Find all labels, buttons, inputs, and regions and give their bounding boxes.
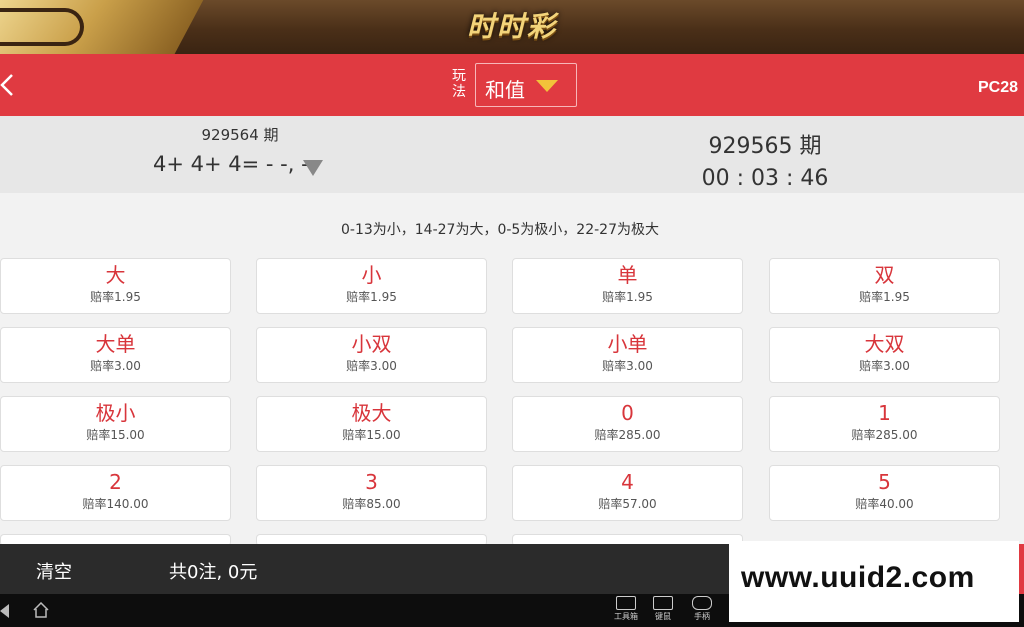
bet-option-name: 0 — [621, 401, 634, 425]
bet-total: 共0注, 0元 — [169, 562, 258, 583]
home-icon[interactable] — [33, 602, 49, 618]
bet-option-odds: 赔率3.00 — [90, 359, 141, 373]
bet-option-odds: 赔率285.00 — [851, 428, 918, 442]
bet-option-name: 5 — [878, 470, 891, 494]
banner-title: 时时彩 — [466, 10, 557, 43]
bet-option[interactable]: 单赔率1.95 — [512, 258, 743, 314]
bet-option[interactable]: 小单赔率3.00 — [512, 327, 743, 383]
bet-option-name: 单 — [617, 263, 638, 287]
system-back-icon[interactable] — [0, 604, 9, 618]
previous-result: 4+ 4+ 4= - -, - — [153, 152, 309, 176]
gamepad-button[interactable]: 手柄 — [682, 596, 722, 622]
bet-option-odds: 赔率1.95 — [602, 290, 653, 304]
lottery-name[interactable]: PC28 — [978, 79, 1018, 97]
bet-option[interactable]: 双赔率1.95 — [769, 258, 1000, 314]
bet-option-name: 大双 — [864, 332, 905, 356]
bet-option-name: 小 — [361, 263, 382, 287]
countdown-timer: 00 : 03 : 46 — [701, 166, 829, 191]
bet-option-odds: 赔率285.00 — [594, 428, 661, 442]
play-mode-value: 和值 — [485, 78, 525, 102]
bet-option-odds: 赔率15.00 — [342, 428, 401, 442]
bet-option-odds: 赔率57.00 — [598, 497, 657, 511]
bet-option-name: 4 — [621, 470, 634, 494]
bet-option-name: 小单 — [607, 332, 648, 356]
bet-option-odds: 赔率85.00 — [342, 497, 401, 511]
bet-option-odds: 赔率3.00 — [859, 359, 910, 373]
bet-option[interactable]: 3 赔率85.00 — [256, 465, 487, 521]
gamepad-icon — [692, 596, 712, 610]
play-mode-label: 玩法 — [452, 68, 466, 100]
bet-option-name: 2 — [109, 470, 122, 494]
bet-option[interactable]: 大赔率1.95 — [0, 258, 231, 314]
app-banner: 时时彩 — [0, 0, 1024, 54]
bet-option-name: 双 — [874, 263, 895, 287]
keyboard-icon — [653, 596, 673, 610]
keyboard-label: 键鼠 — [655, 612, 671, 621]
keyboard-button[interactable]: 键鼠 — [643, 596, 683, 622]
bet-option-odds: 赔率15.00 — [86, 428, 145, 442]
history-dropdown-icon[interactable] — [303, 160, 323, 176]
bet-option-name: 大 — [105, 263, 126, 287]
bet-option[interactable]: 4 赔率57.00 — [512, 465, 743, 521]
bet-option[interactable]: 1 赔率285.00 — [769, 396, 1000, 452]
bet-option[interactable]: 0 赔率285.00 — [512, 396, 743, 452]
bet-option[interactable]: 极小赔率15.00 — [0, 396, 231, 452]
bet-option-odds: 赔率40.00 — [855, 497, 914, 511]
bet-option[interactable]: 大双赔率3.00 — [769, 327, 1000, 383]
bet-option-odds: 赔率3.00 — [346, 359, 397, 373]
back-arrow-icon[interactable] — [0, 74, 20, 96]
current-issue: 929565 期 — [708, 134, 822, 159]
bet-option-odds: 赔率3.00 — [602, 359, 653, 373]
bet-option[interactable]: 小双赔率3.00 — [256, 327, 487, 383]
bet-option[interactable]: 大单赔率3.00 — [0, 327, 231, 383]
clear-button[interactable]: 清空 — [36, 558, 72, 584]
watermark-text: www.uuid2.com — [741, 561, 975, 594]
previous-issue: 929564 期 — [201, 126, 279, 144]
bet-option[interactable]: 2 赔率140.00 — [0, 465, 231, 521]
bet-option[interactable]: 小赔率1.95 — [256, 258, 487, 314]
play-mode-dropdown[interactable]: 和值 — [475, 63, 577, 107]
toolbox-icon — [616, 596, 636, 610]
draw-info: 929564 期 4+ 4+ 4= - -, - 929565 期 00 : 0… — [0, 116, 1024, 193]
watermark: www.uuid2.com — [729, 541, 1019, 622]
toolbox-button[interactable]: 工具箱 — [606, 596, 646, 622]
bet-option-odds: 赔率1.95 — [859, 290, 910, 304]
bet-option[interactable]: 极大赔率15.00 — [256, 396, 487, 452]
bet-option-odds: 赔率1.95 — [90, 290, 141, 304]
bet-option-name: 3 — [365, 470, 378, 494]
bet-option[interactable]: 5 赔率40.00 — [769, 465, 1000, 521]
bet-option-name: 极小 — [95, 401, 136, 425]
bet-option-odds: 赔率1.95 — [346, 290, 397, 304]
bet-option-name: 小双 — [351, 332, 392, 356]
top-header: 玩法 和值 PC28 — [0, 54, 1024, 116]
chevron-down-icon — [536, 80, 558, 92]
rules-text: 0-13为小，14-27为大，0-5为极小，22-27为极大 — [340, 222, 659, 238]
bet-option-name: 1 — [878, 401, 891, 425]
bet-option-odds: 赔率140.00 — [82, 497, 149, 511]
gamepad-label: 手柄 — [694, 612, 710, 621]
toolbox-label: 工具箱 — [614, 612, 638, 621]
bet-option-name: 大单 — [95, 332, 136, 356]
bet-option-name: 极大 — [351, 401, 392, 425]
